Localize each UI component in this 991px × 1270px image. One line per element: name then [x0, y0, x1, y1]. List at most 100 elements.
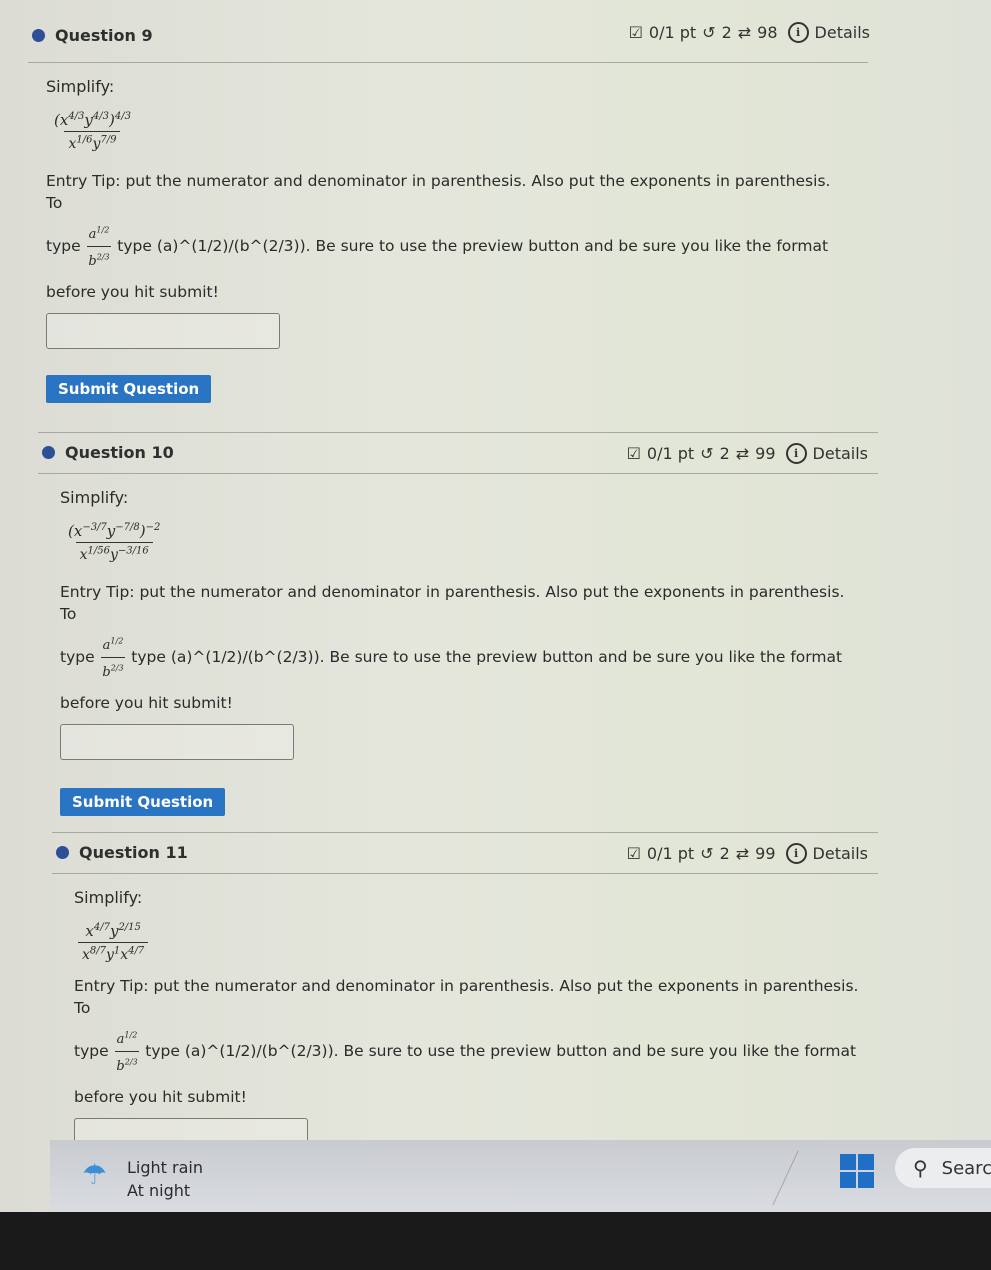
answer-input[interactable] [46, 313, 280, 350]
math-term: b2/3 [102, 663, 124, 681]
math-exponent: 2/3 [124, 1057, 138, 1067]
tip-example: type (a)^(1/2)/(b^(2/3)). Be sure to use… [131, 648, 843, 667]
math-exponent: 1/6 [76, 134, 93, 145]
question-meta: ☑ 0/1 pt ↺ 2 ⇄ 98 i Details [629, 22, 870, 43]
windows-logo-pane [858, 1154, 874, 1170]
weather-widget[interactable]: Light rain At night [127, 1156, 203, 1202]
windows-logo-icon[interactable] [840, 1154, 874, 1188]
question-title: Question 9 [32, 26, 153, 45]
info-icon[interactable]: i [785, 843, 807, 864]
answer-input[interactable] [60, 724, 294, 761]
tip-fraction: a1/2 b2/3 [100, 631, 126, 685]
tip-numerator: a1/2 [86, 220, 112, 247]
tip-line-2: type a1/2 b2/3 type (a)^(1/2)/(b^(2/3)). … [60, 631, 850, 685]
math-exponent: −3/16 [117, 545, 149, 556]
math-exponent: 4/7 [128, 945, 145, 956]
math-term: x1/6 [68, 134, 93, 152]
math-expression: (x−3/7y−7/8)−2 x1/56y−3/16 [64, 522, 164, 563]
umbrella-rain-icon[interactable]: ☂ [82, 1158, 107, 1191]
tip-line-2: type a1/2 b2/3 type (a)^(1/2)/(b^(2/3)). … [46, 220, 836, 274]
info-icon[interactable]: i [785, 443, 807, 464]
taskbar-search[interactable]: ⚲ Searc [895, 1148, 991, 1188]
question-title: Question 11 [56, 843, 188, 862]
tip-line-3: before you hit submit! [74, 1088, 247, 1107]
details-link[interactable]: Details [813, 444, 868, 463]
math-term: )4/3 [108, 111, 131, 129]
question-body: Simplify: (x4/3y4/3)4/3 x1/6y7/9 Entry Ti… [28, 63, 868, 404]
weather-condition: Light rain [127, 1158, 203, 1177]
checkbox-icon: ☑ [628, 23, 643, 42]
retry-icon: ↺ [702, 23, 716, 42]
question-meta: ☑ 0/1 pt ↺ 2 ⇄ 99 i Details [627, 843, 868, 864]
math-exponent: 2/3 [110, 663, 124, 673]
numerator: x4/7y2/15 [81, 922, 145, 942]
math-term: x1/56 [79, 545, 110, 563]
repeat-icon: ⇄ [737, 23, 752, 42]
question-10: Question 10 ☑ 0/1 pt ↺ 2 ⇄ 99 i Details … [38, 432, 878, 817]
math-term: y2/15 [109, 922, 141, 940]
math-term: y7/9 [92, 134, 117, 152]
math-exponent: 1/2 [96, 225, 110, 235]
math-term: y4/3 [84, 111, 109, 129]
search-label: Searc [941, 1157, 991, 1179]
question-body: Simplify: (x−3/7y−7/8)−2 x1/56y−3/16 Entr… [38, 474, 878, 817]
tip-type-word: type [46, 237, 81, 256]
checkbox-icon: ☑ [626, 444, 641, 463]
math-term: x8/7 [82, 945, 106, 963]
tip-example: type (a)^(1/2)/(b^(2/3)). Be sure to use… [145, 1042, 857, 1061]
magnifier-icon: ⚲ [913, 1156, 928, 1180]
tip-line-3: before you hit submit! [46, 283, 219, 302]
tip-denominator: b2/3 [102, 658, 123, 684]
taskbar: ☂ Light rain At night ⚲ Searc [50, 1140, 991, 1212]
denominator: x1/6y7/9 [64, 131, 121, 152]
windows-logo-pane [858, 1172, 874, 1188]
info-icon[interactable]: i [787, 22, 809, 43]
question-meta: ☑ 0/1 pt ↺ 2 ⇄ 99 i Details [627, 443, 868, 464]
tip-line-1: Entry Tip: put the numerator and denomin… [74, 976, 859, 1017]
math-term: y1 [106, 945, 121, 963]
details-link[interactable]: Details [813, 844, 868, 863]
math-term: a1/2 [116, 1030, 138, 1047]
math-exponent: 1/56 [87, 545, 110, 556]
tip-type-word: type [74, 1042, 109, 1061]
denominator: x8/7y1x4/7 [78, 942, 149, 963]
math-exponent: −3/7 [82, 522, 107, 533]
tip-line-1: Entry Tip: put the numerator and denomin… [46, 171, 831, 212]
windows-logo-pane [840, 1172, 856, 1188]
tip-fraction: a1/2 b2/3 [114, 1025, 140, 1079]
details-link[interactable]: Details [815, 23, 870, 42]
repeat-icon: ⇄ [735, 844, 750, 863]
checkbox-icon: ☑ [626, 844, 641, 863]
question-title: Question 10 [42, 443, 174, 462]
math-exponent: −7/8 [115, 522, 140, 533]
submit-question-button[interactable]: Submit Question [46, 375, 212, 404]
math-term: (x−3/7 [68, 522, 107, 540]
math-term: a1/2 [102, 636, 124, 653]
tip-numerator: a1/2 [114, 1025, 140, 1052]
math-exponent: 4/3 [68, 111, 85, 122]
retry-icon: ↺ [700, 844, 714, 863]
math-exponent: 4/3 [114, 111, 131, 122]
question-title-text: Question 9 [55, 26, 153, 45]
math-exponent: −2 [145, 522, 161, 533]
submit-question-button[interactable]: Submit Question [60, 788, 226, 817]
denominator: x1/56y−3/16 [75, 542, 153, 563]
question-11: Question 11 ☑ 0/1 pt ↺ 2 ⇄ 99 i Details … [52, 832, 878, 1155]
attempts-count: 2 [719, 844, 730, 863]
tries-count: 99 [755, 844, 776, 863]
browser-page: Question 9 ☑ 0/1 pt ↺ 2 ⇄ 98 i Details S… [0, 0, 991, 1212]
repeat-icon: ⇄ [735, 444, 750, 463]
math-term: )−2 [139, 522, 161, 540]
question-header: Question 9 ☑ 0/1 pt ↺ 2 ⇄ 98 i Details [28, 22, 870, 63]
math-expression: (x4/3y4/3)4/3 x1/6y7/9 [50, 111, 135, 152]
attempts-count: 2 [719, 444, 730, 463]
question-header: Question 10 ☑ 0/1 pt ↺ 2 ⇄ 99 i Details [38, 432, 878, 474]
tries-count: 99 [755, 444, 776, 463]
tip-denominator: b2/3 [116, 1052, 137, 1078]
score-text: 0/1 pt [646, 844, 695, 863]
math-expression: x4/7y2/15 x8/7y1x4/7 [78, 922, 149, 963]
prompt-text: Simplify: [46, 77, 115, 96]
entry-tip: Entry Tip: put the numerator and denomin… [60, 581, 850, 715]
question-status-dot [56, 846, 69, 859]
entry-tip: Entry Tip: put the numerator and denomin… [74, 975, 864, 1109]
